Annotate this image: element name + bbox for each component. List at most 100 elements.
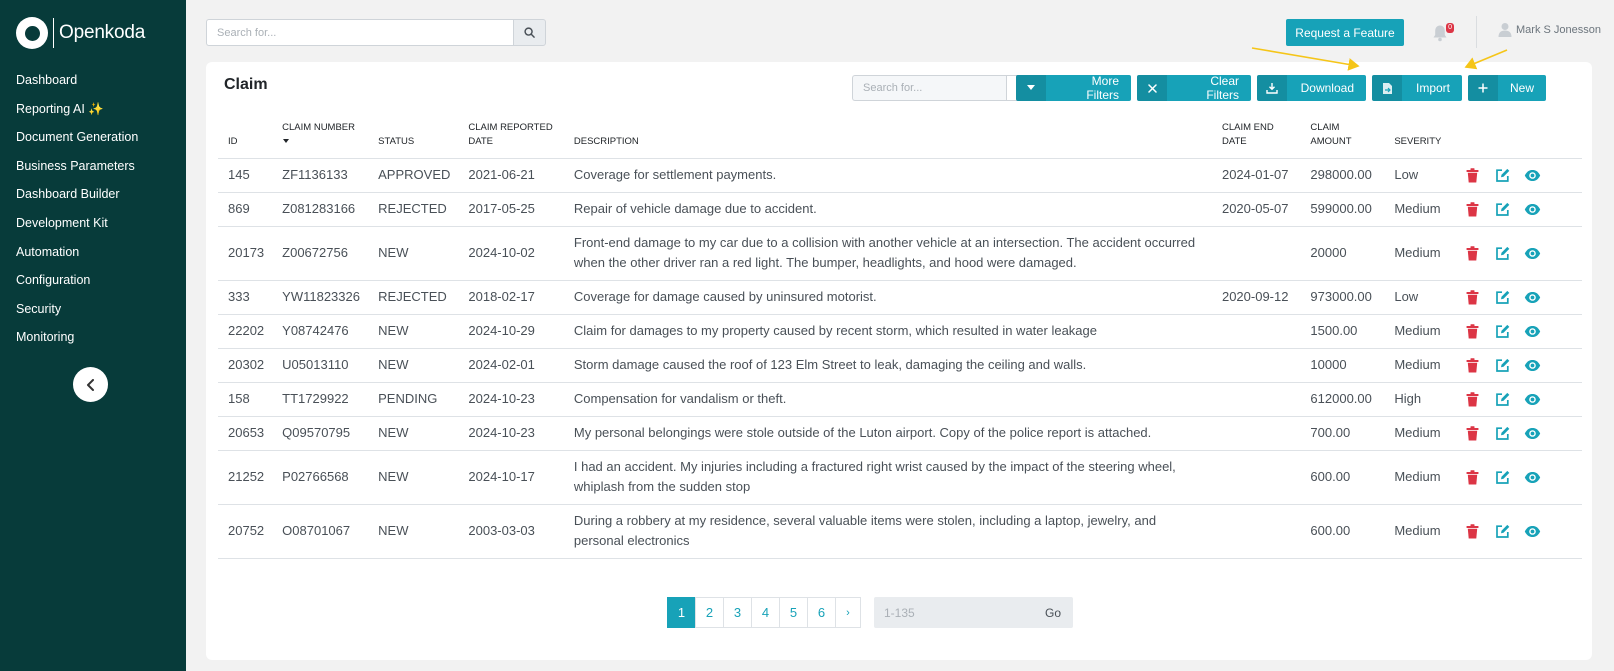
goto-page-input[interactable]: [874, 597, 1034, 628]
cell-id: 20752: [218, 504, 273, 559]
cell-claim-number: Z00672756: [272, 226, 369, 281]
cell-description: Repair of vehicle damage due to accident…: [563, 192, 1212, 227]
cell-status: NEW: [368, 416, 459, 451]
clear-filters-button[interactable]: Clear Filters: [1137, 74, 1251, 102]
edit-icon[interactable]: [1495, 290, 1511, 306]
edit-icon[interactable]: [1495, 392, 1511, 408]
view-icon[interactable]: [1524, 426, 1541, 442]
table-row: 22202 Y08742476 NEW 2024-10-29 Claim for dam…: [218, 314, 1582, 349]
sidebar-item-automation[interactable]: Automation: [0, 238, 186, 267]
sidebar-item-configuration[interactable]: Configuration: [0, 266, 186, 295]
brand-logo[interactable]: Openkoda: [16, 17, 145, 49]
sidebar-item-dashboard-builder[interactable]: Dashboard Builder: [0, 180, 186, 209]
sidebar-item-document-generation[interactable]: Document Generation: [0, 123, 186, 152]
edit-icon[interactable]: [1495, 470, 1511, 486]
new-button[interactable]: New: [1468, 75, 1546, 101]
view-icon[interactable]: [1524, 470, 1541, 486]
sidebar-collapse-button[interactable]: [73, 367, 108, 402]
view-icon[interactable]: [1524, 324, 1541, 340]
page-button-4[interactable]: 4: [751, 597, 780, 628]
page-button-2[interactable]: 2: [695, 597, 724, 628]
column-header-id[interactable]: ID: [218, 118, 273, 159]
delete-icon[interactable]: [1466, 289, 1482, 306]
column-header-claim-reported-date[interactable]: CLAIM REPORTED DATE: [458, 118, 564, 159]
delete-icon[interactable]: [1466, 245, 1482, 262]
next-page-button[interactable]: ›: [835, 597, 861, 628]
sidebar-item-security[interactable]: Security: [0, 295, 186, 324]
view-icon[interactable]: [1524, 202, 1541, 218]
page-button-5[interactable]: 5: [779, 597, 808, 628]
claims-table: ID CLAIM NUMBER STATUS CLAIM REPORTED DA…: [218, 118, 1582, 559]
cell-id: 333: [218, 280, 273, 315]
column-header-description[interactable]: DESCRIPTION: [563, 118, 1212, 159]
cell-end-date: [1211, 416, 1301, 451]
page-button-6[interactable]: 6: [807, 597, 836, 628]
cell-id: 869: [218, 192, 273, 227]
cell-end-date: [1211, 314, 1301, 349]
more-filters-button[interactable]: More Filters: [1016, 74, 1131, 102]
view-icon[interactable]: [1524, 392, 1541, 408]
view-icon[interactable]: [1524, 524, 1541, 540]
request-feature-button[interactable]: Request a Feature: [1286, 19, 1404, 46]
global-search-input[interactable]: [206, 19, 513, 46]
page-button-1[interactable]: 1: [667, 597, 696, 628]
table-row: 333 YW11823326 REJECTED 2018-02-17 Coverage …: [218, 280, 1582, 315]
goto-page-button[interactable]: Go: [1045, 606, 1061, 620]
import-button[interactable]: Import: [1372, 75, 1462, 101]
delete-icon[interactable]: [1466, 167, 1482, 184]
delete-icon[interactable]: [1466, 201, 1482, 218]
download-button[interactable]: Download: [1257, 75, 1366, 101]
user-menu[interactable]: Mark S Jonesson: [1498, 22, 1601, 37]
notifications-button[interactable]: 0: [1432, 22, 1454, 44]
cell-status: REJECTED: [368, 280, 459, 315]
sidebar-item-business-parameters[interactable]: Business Parameters: [0, 152, 186, 181]
column-header-claim-end-date[interactable]: CLAIM END DATE: [1211, 118, 1301, 159]
cell-actions: [1456, 504, 1582, 559]
column-header-claim-amount[interactable]: CLAIM AMOUNT: [1300, 118, 1385, 159]
edit-icon[interactable]: [1495, 426, 1511, 442]
view-icon[interactable]: [1524, 168, 1541, 184]
column-header-status[interactable]: STATUS: [368, 118, 459, 159]
sidebar-item-monitoring[interactable]: Monitoring: [0, 323, 186, 352]
view-icon[interactable]: [1524, 290, 1541, 306]
import-label: Import: [1415, 81, 1450, 95]
sidebar-item-dashboard[interactable]: Dashboard: [0, 66, 186, 95]
cell-id: 22202: [218, 314, 273, 349]
view-icon[interactable]: [1524, 358, 1541, 374]
cell-claim-number: U05013110: [272, 348, 369, 383]
delete-icon[interactable]: [1466, 323, 1482, 340]
edit-icon[interactable]: [1495, 358, 1511, 374]
delete-icon[interactable]: [1466, 391, 1482, 408]
column-header-severity[interactable]: SEVERITY: [1384, 118, 1457, 159]
edit-icon[interactable]: [1495, 246, 1511, 262]
cell-status: NEW: [368, 348, 459, 383]
delete-icon[interactable]: [1466, 469, 1482, 486]
edit-icon[interactable]: [1495, 202, 1511, 218]
delete-icon[interactable]: [1466, 425, 1482, 442]
openkoda-logo-icon: [16, 17, 48, 49]
sidebar-nav: Dashboard Reporting AI ✨ Document Genera…: [0, 66, 186, 352]
edit-icon[interactable]: [1495, 324, 1511, 340]
delete-icon[interactable]: [1466, 357, 1482, 374]
view-icon[interactable]: [1524, 246, 1541, 262]
logo-divider: [53, 18, 54, 48]
claim-number-header-label: CLAIM NUMBER: [282, 121, 355, 133]
edit-icon[interactable]: [1495, 524, 1511, 540]
plus-icon: [1468, 75, 1498, 101]
edit-icon[interactable]: [1495, 168, 1511, 184]
column-header-claim-number[interactable]: CLAIM NUMBER: [272, 118, 369, 159]
page-button-3[interactable]: 3: [723, 597, 752, 628]
sort-desc-icon: [283, 138, 290, 143]
user-avatar-icon: [1498, 23, 1512, 37]
sidebar-item-reporting-ai[interactable]: Reporting AI ✨: [0, 95, 186, 124]
cell-claim-amount: 298000.00: [1300, 158, 1385, 193]
sidebar-item-development-kit[interactable]: Development Kit: [0, 209, 186, 238]
table-row: 869 Z081283166 REJECTED 2017-05-25 Repair of…: [218, 192, 1582, 227]
cell-claim-amount: 10000: [1300, 348, 1385, 383]
global-search-button[interactable]: [513, 19, 546, 46]
cell-end-date: [1211, 450, 1301, 505]
cell-end-date: [1211, 504, 1301, 559]
search-icon: [524, 27, 535, 38]
delete-icon[interactable]: [1466, 523, 1482, 540]
claims-search-input[interactable]: [852, 75, 1006, 101]
